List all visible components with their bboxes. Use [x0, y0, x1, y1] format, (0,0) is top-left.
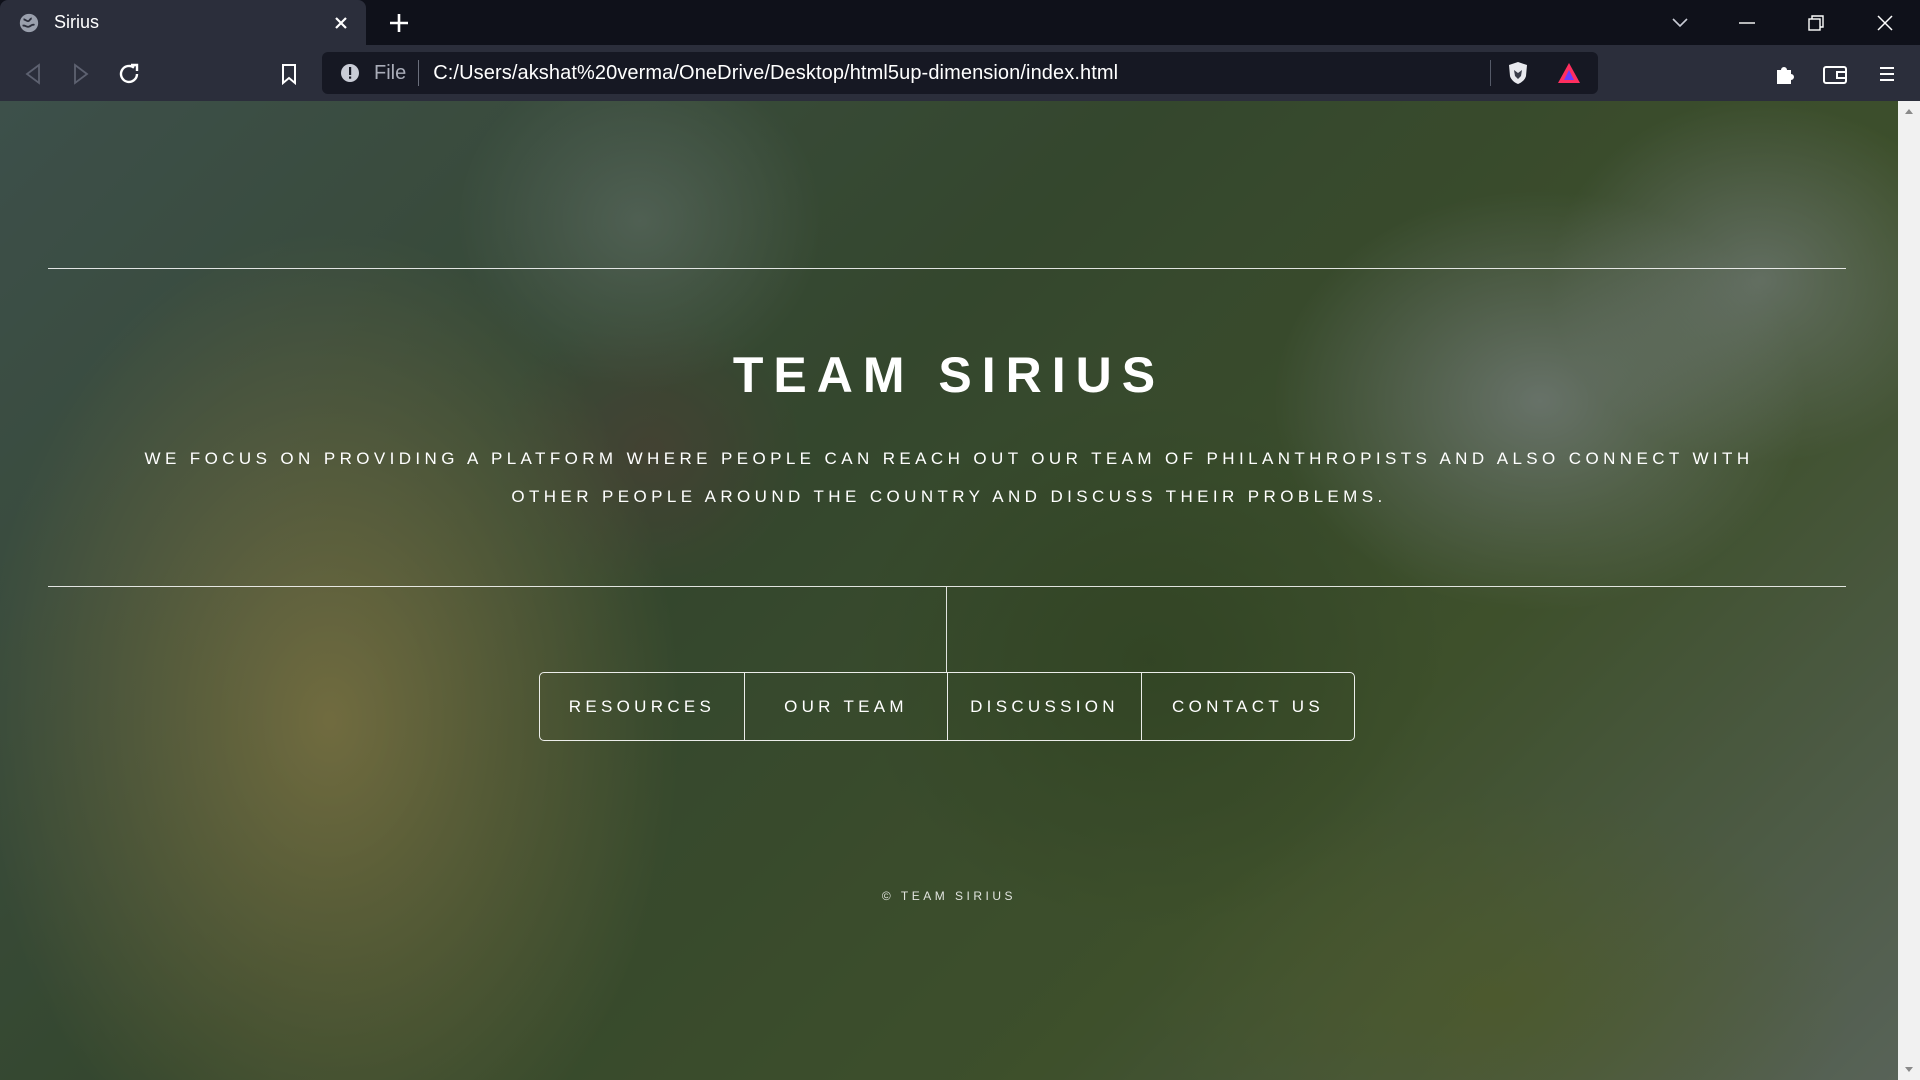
reload-icon[interactable]	[114, 59, 144, 89]
brave-shield-icon[interactable]	[1506, 61, 1530, 85]
browser-toolbar: File C:/Users/akshat%20verma/OneDrive/De…	[0, 45, 1920, 101]
nav-discussion[interactable]: DISCUSSION	[947, 673, 1141, 740]
bookmark-icon[interactable]	[274, 59, 304, 89]
header-bottom-rule	[48, 586, 1846, 587]
new-tab-icon[interactable]	[386, 10, 412, 36]
url-scheme: File	[374, 61, 407, 84]
vertical-scrollbar[interactable]	[1898, 101, 1920, 1080]
browser-tab[interactable]: Sirius	[0, 0, 366, 45]
copyright-footer: © TEAM SIRIUS	[881, 889, 1017, 903]
main-nav: RESOURCES OUR TEAM DISCUSSION CONTACT US	[539, 672, 1355, 741]
wallet-icon[interactable]	[1820, 59, 1850, 89]
header-top-rule	[48, 268, 1846, 269]
tab-strip: Sirius	[0, 0, 1920, 45]
close-tab-icon[interactable]	[330, 12, 352, 34]
info-icon[interactable]	[340, 63, 360, 83]
page-viewport: TEAM SIRIUS We focus on providing a plat…	[0, 101, 1898, 1080]
restore-icon[interactable]	[1802, 10, 1830, 36]
scroll-down-icon[interactable]	[1898, 1060, 1920, 1080]
tab-search-chevron-icon[interactable]	[1666, 10, 1694, 36]
urlbar-divider	[1490, 60, 1491, 86]
nav-resources[interactable]: RESOURCES	[540, 673, 744, 740]
extensions-icon[interactable]	[1770, 59, 1800, 89]
nav-connector-line	[946, 587, 947, 672]
background-overlay	[0, 101, 1898, 1080]
page-title: TEAM SIRIUS	[732, 347, 1166, 403]
menu-icon[interactable]	[1872, 59, 1902, 89]
brave-rewards-icon[interactable]	[1556, 61, 1582, 85]
minimize-icon[interactable]	[1733, 10, 1761, 36]
nav-contact-us[interactable]: CONTACT US	[1141, 673, 1354, 740]
url-text[interactable]: C:/Users/akshat%20verma/OneDrive/Desktop…	[433, 62, 1598, 85]
page-tagline: We focus on providing a platform where p…	[144, 449, 1754, 506]
address-bar[interactable]: File C:/Users/akshat%20verma/OneDrive/De…	[322, 52, 1598, 94]
globe-icon	[19, 13, 39, 32]
nav-our-team[interactable]: OUR TEAM	[744, 673, 947, 740]
scroll-up-icon[interactable]	[1898, 101, 1920, 121]
url-separator	[418, 60, 420, 86]
tab-title: Sirius	[54, 12, 100, 32]
close-window-icon[interactable]	[1871, 10, 1899, 36]
forward-icon[interactable]	[66, 59, 96, 89]
back-icon[interactable]	[18, 59, 48, 89]
